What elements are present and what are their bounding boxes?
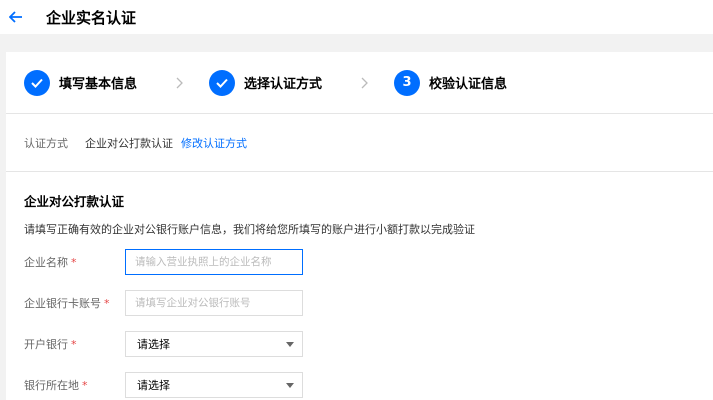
back-arrow-icon[interactable] — [6, 7, 26, 27]
check-icon — [24, 69, 50, 96]
method-label: 认证方式 — [24, 136, 68, 150]
caret-down-icon — [286, 382, 294, 388]
form-row-bank-account: 企业银行卡账号 * — [24, 290, 713, 316]
section-title: 企业对公打款认证 — [24, 194, 125, 209]
form-row-bank: 开户银行 * 请选择 — [24, 331, 713, 357]
required-mark: * — [71, 256, 77, 269]
step-verify-info: 3 校验认证信息 — [394, 69, 508, 96]
section-description: 请填写正确有效的企业对公银行账户信息，我们将给您所填写的账户进行小额打款以完成验… — [24, 223, 475, 236]
chevron-right-icon — [346, 73, 384, 93]
page-title: 企业实名认证 — [46, 8, 137, 27]
form-row-company-name: 企业名称 * — [24, 249, 713, 275]
bank-select-value: 请选择 — [137, 338, 170, 351]
required-mark: * — [104, 297, 110, 310]
company-name-input[interactable] — [125, 249, 303, 275]
form-row-bank-location: 银行所在地 * 请选择 — [24, 372, 713, 398]
bank-account-input[interactable] — [125, 290, 303, 316]
required-mark: * — [82, 379, 88, 392]
step-label: 选择认证方式 — [244, 77, 323, 92]
step-label: 填写基本信息 — [59, 77, 138, 92]
company-name-label: 企业名称 * — [24, 256, 77, 269]
bank-account-label: 企业银行卡账号 * — [24, 297, 110, 310]
bank-location-label: 银行所在地 * — [24, 379, 88, 392]
top-bar: 企业实名认证 — [0, 0, 713, 34]
bank-location-select-value: 请选择 — [137, 379, 170, 392]
bank-label: 开户银行 * — [24, 338, 77, 351]
step-label: 校验认证信息 — [429, 77, 508, 92]
method-value: 企业对公打款认证 — [85, 136, 173, 150]
main-card: 填写基本信息 选择认证方式 3 校验认证信息 认证方式 企业对公打款认证 修改认… — [6, 52, 713, 400]
method-row: 认证方式 企业对公打款认证 修改认证方式 — [6, 114, 713, 172]
step-fill-basic-info: 填写基本信息 — [24, 69, 138, 96]
bank-select[interactable]: 请选择 — [125, 331, 303, 357]
bank-location-select[interactable]: 请选择 — [125, 372, 303, 398]
change-method-link[interactable]: 修改认证方式 — [181, 135, 247, 151]
required-mark: * — [71, 338, 77, 351]
stepper: 填写基本信息 选择认证方式 3 校验认证信息 — [6, 52, 713, 114]
chevron-right-icon — [161, 73, 199, 93]
caret-down-icon — [286, 341, 294, 347]
check-icon — [209, 69, 236, 96]
form-section: 企业对公打款认证 请填写正确有效的企业对公银行账户信息，我们将给您所填写的账户进… — [6, 191, 713, 398]
step-number: 3 — [394, 69, 421, 96]
step-choose-method: 选择认证方式 — [209, 69, 323, 96]
